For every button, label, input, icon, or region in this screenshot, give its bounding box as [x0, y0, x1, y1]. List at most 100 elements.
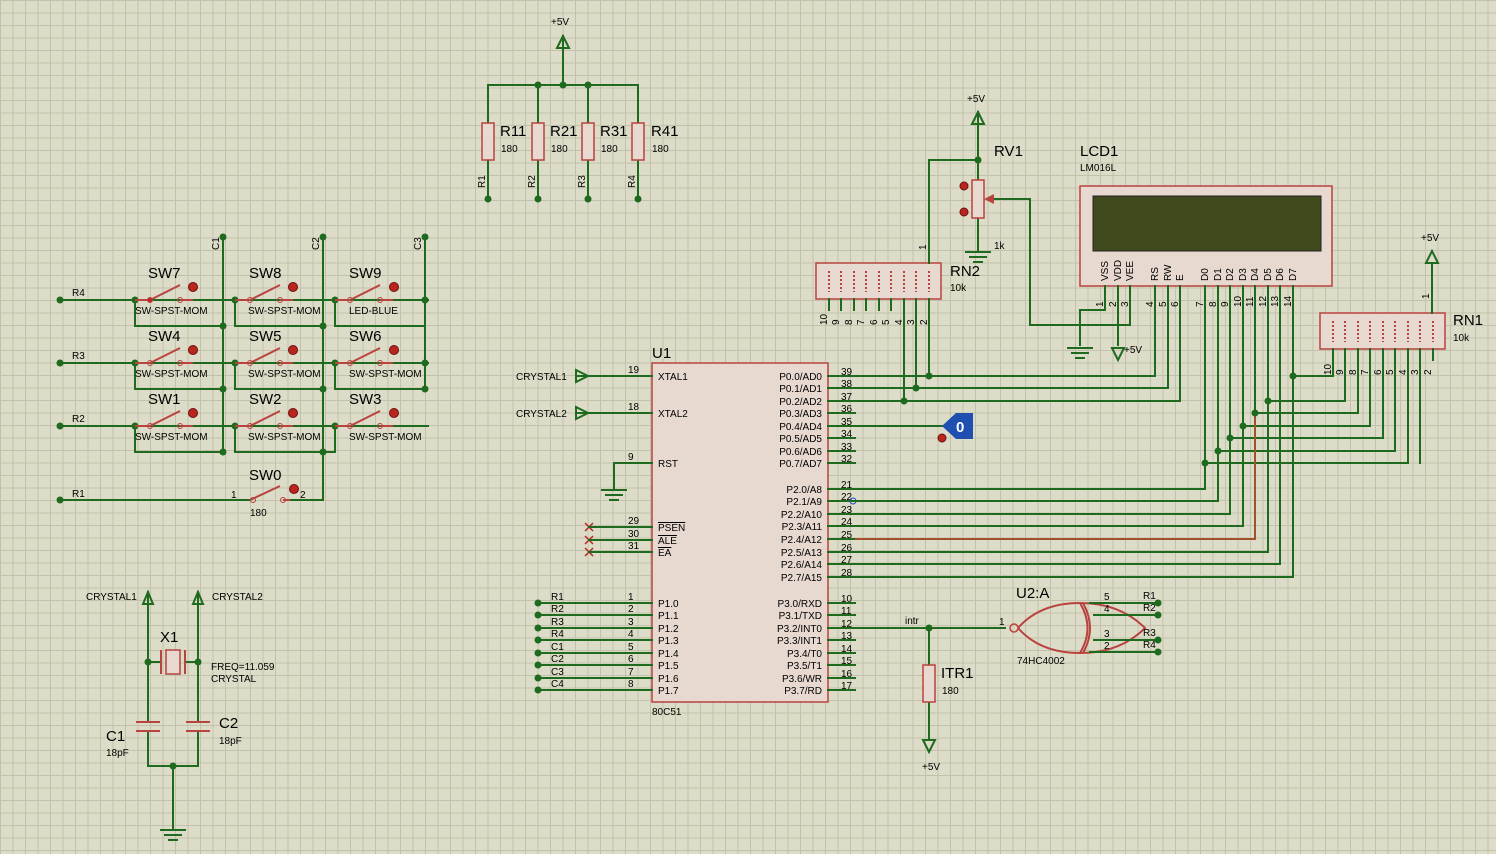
lcd-pinnum-13: 13 — [1270, 295, 1281, 307]
lcd-pin-rs: RS — [1150, 267, 1161, 281]
switch-sw7[interactable]: SW7 SW-SPST-MOM — [135, 265, 208, 317]
crystal-x1[interactable] — [160, 649, 186, 675]
resistor-network-rn1[interactable]: RN1 10k +5V — [1319, 233, 1483, 350]
u1-pin-p34t0: P3.4/T0 — [787, 649, 822, 660]
probe-value: 0 — [956, 419, 964, 436]
u1-pinnum-4: 4 — [628, 629, 634, 640]
u2a-pin-4: 4 — [1104, 604, 1110, 615]
sw2-type: SW-SPST-MOM — [248, 432, 321, 443]
u1-pinnum-1: 1 — [628, 592, 634, 603]
r31-ref: R31 — [600, 123, 628, 140]
u1-pinnum-18: 18 — [628, 402, 640, 413]
u1-pinnum-37: 37 — [841, 392, 853, 403]
u1-pin-p15: P1.5 — [658, 661, 679, 672]
u1-pinnum-9: 9 — [628, 452, 634, 463]
u1-pin-p37rd: P3.7/RD — [784, 686, 822, 697]
lcd-pin-d4: D4 — [1250, 268, 1261, 281]
switch-sw4[interactable]: SW4 SW-SPST-MOM — [135, 328, 208, 380]
resistor-bank: +5V R11 180 R21 180 R31 180 R41 180 R1 R… — [477, 17, 679, 203]
resistor-r21[interactable] — [531, 122, 545, 161]
r21-ref: R21 — [550, 123, 578, 140]
resistor-r11[interactable] — [481, 122, 495, 161]
nor-gate-u2a[interactable] — [1009, 601, 1147, 655]
schematic-canvas[interactable]: +5V R11 180 R21 180 R31 180 R41 180 R1 R… — [0, 0, 1496, 854]
u1-pinnum-28: 28 — [841, 568, 853, 579]
u1-pin-p24a12: P2.4/A12 — [781, 535, 823, 546]
power-arrow-icon — [921, 739, 937, 755]
u1-pinnum-7: 7 — [628, 667, 634, 678]
rn1-ref: RN1 — [1453, 312, 1483, 329]
lcd-pinnum-11: 11 — [1245, 296, 1256, 307]
r21-net: R2 — [527, 175, 538, 188]
sw1-ref: SW1 — [148, 391, 181, 408]
u1-pin-p07ad7: P0.7/AD7 — [779, 459, 822, 470]
row-label-r3: R3 — [72, 351, 85, 362]
keypad: R4 R3 R2 R1 C1 C2 C3 SW7 SW-SPST-MOM SW8… — [56, 233, 429, 519]
r21-value: 180 — [551, 144, 568, 155]
u1-pin-ea: EA — [658, 548, 672, 559]
u1-pinnum-33: 33 — [841, 442, 853, 453]
capacitor-c1[interactable] — [136, 721, 160, 732]
lcd-pinnum-4: 4 — [1145, 301, 1156, 307]
lcd-pinnum-10: 10 — [1233, 295, 1244, 307]
switch-sw1[interactable]: SW1 SW-SPST-MOM — [135, 391, 208, 443]
switch-sw6[interactable]: SW6 SW-SPST-MOM — [335, 328, 422, 380]
u1-pinnum-29: 29 — [628, 516, 640, 527]
sw8-type: SW-SPST-MOM — [248, 306, 321, 317]
lcd-pinnum-6: 6 — [1170, 301, 1181, 307]
rn1-pin-common: 1 — [1421, 293, 1432, 299]
u1-pin-p00ad0: P0.0/AD0 — [779, 372, 822, 383]
switch-sw3[interactable]: SW3 SW-SPST-MOM — [335, 391, 422, 443]
u1-pin-rst: RST — [658, 459, 678, 470]
u1-pin-ale: ALE — [658, 536, 677, 547]
u1-pinnum-31: 31 — [628, 541, 640, 552]
u2a-ref: U2:A — [1016, 585, 1049, 602]
resistor-itr1[interactable] — [922, 664, 936, 703]
u1-pinnum-11: 11 — [841, 606, 852, 617]
sw7-ref: SW7 — [148, 265, 181, 282]
lcd-pinnum-5: 5 — [1158, 301, 1169, 307]
u1-pinnum-13: 13 — [841, 631, 853, 642]
switch-sw5[interactable]: SW5 SW-SPST-MOM — [235, 328, 321, 380]
u1-pinnum-38: 38 — [841, 379, 853, 390]
rn2-pin-6: 6 — [869, 319, 880, 325]
sw0-value: 180 — [250, 508, 267, 519]
sw0-pin2: 2 — [300, 490, 306, 501]
lcd-pinnum-1: 1 — [1095, 301, 1106, 307]
u2a-net-r2: R2 — [1143, 603, 1156, 614]
sw3-ref: SW3 — [349, 391, 382, 408]
xtal2-net: CRYSTAL2 — [516, 409, 567, 420]
lcd-pin-e: E — [1175, 274, 1186, 281]
u1-pinnum-2: 2 — [628, 604, 634, 615]
switch-sw9[interactable]: SW9 LED-BLUE — [335, 265, 399, 317]
lcd-pin-d7: D7 — [1288, 268, 1299, 281]
c1-value: 18pF — [106, 748, 129, 759]
u1-pin-p21a9: P2.1/A9 — [786, 497, 822, 508]
lcd-part: LM016L — [1080, 163, 1117, 174]
resistor-r41[interactable] — [631, 122, 645, 161]
u1-pinnum-17: 17 — [841, 681, 853, 692]
lcd-pinnum-12: 12 — [1258, 295, 1269, 307]
u1-pin-p33int1: P3.3/INT1 — [777, 636, 822, 647]
u1-pin-p25a13: P2.5/A13 — [781, 548, 823, 559]
u1-pinnum-25: 25 — [841, 530, 853, 541]
p1-net-c1: C1 — [551, 642, 564, 653]
u1-pinnum-23: 23 — [841, 505, 853, 516]
switch-sw8[interactable]: SW8 SW-SPST-MOM — [235, 265, 321, 317]
u2a-net-r3: R3 — [1143, 628, 1156, 639]
u1-pin-p11: P1.1 — [658, 611, 679, 622]
rn2-pin-9: 9 — [831, 319, 842, 325]
switch-sw2[interactable]: SW2 SW-SPST-MOM — [235, 391, 321, 443]
switch-sw0[interactable]: SW0 180 1 2 — [231, 467, 306, 519]
power-arrow-icon — [1424, 248, 1440, 264]
rv1-ref: RV1 — [994, 143, 1023, 160]
u1-part: 80C51 — [652, 707, 682, 718]
capacitor-c2[interactable] — [186, 721, 210, 732]
u2a-pin-3: 3 — [1104, 629, 1110, 640]
lcd-vdd-net: +5V — [1124, 345, 1142, 356]
resistor-r31[interactable] — [581, 122, 595, 161]
p1-net-c4: C4 — [551, 679, 564, 690]
u1-ref: U1 — [652, 345, 671, 362]
u1-pinnum-19: 19 — [628, 365, 640, 376]
u1-pin-p17: P1.7 — [658, 686, 679, 697]
